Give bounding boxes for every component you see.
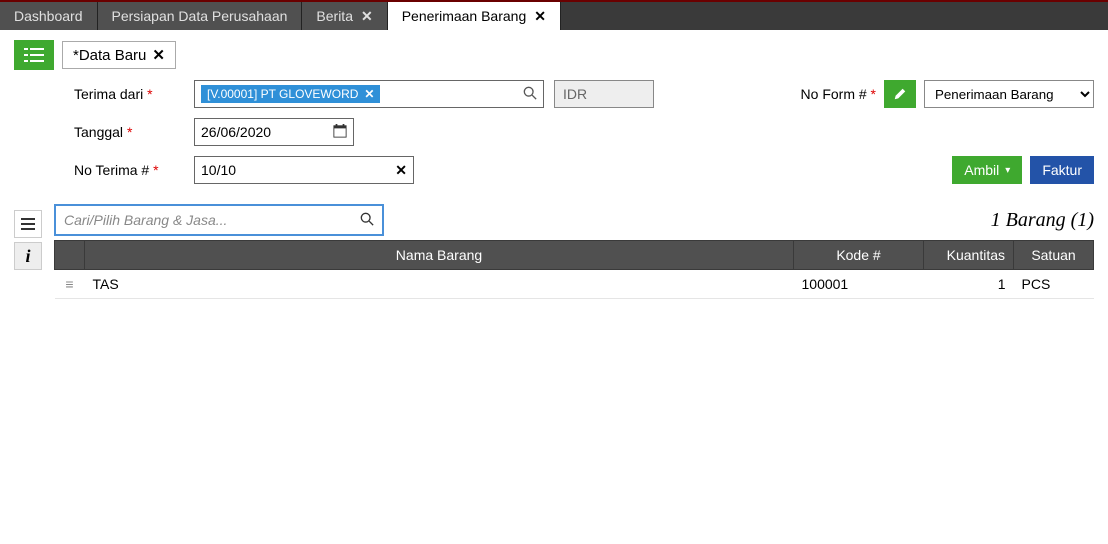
tab-persiapan[interactable]: Persiapan Data Perusahaan — [98, 2, 303, 30]
list-icon — [24, 48, 44, 62]
item-search-input[interactable]: Cari/Pilih Barang & Jasa... — [54, 204, 384, 236]
vendor-lookup[interactable]: [V.00001] PT GLOVEWORD ✕ — [194, 80, 544, 108]
item-count-label: 1 Barang (1) — [991, 209, 1094, 232]
pencil-icon — [893, 87, 907, 101]
lines-icon — [20, 217, 36, 231]
tab-label: Dashboard — [14, 8, 83, 24]
tab-label: Penerimaan Barang — [402, 8, 527, 24]
receipt-no-input[interactable]: 10/10 ✕ — [194, 156, 414, 184]
edit-form-number-button[interactable] — [884, 80, 916, 108]
tab-label: Persiapan Data Perusahaan — [112, 8, 288, 24]
calendar-icon[interactable] — [333, 124, 347, 141]
search-icon[interactable] — [360, 212, 374, 229]
currency-display: IDR — [554, 80, 654, 108]
app-tab-bar: Dashboard Persiapan Data Perusahaan Beri… — [0, 0, 1108, 30]
document-tab[interactable]: *Data Baru ✕ — [62, 41, 176, 69]
detail-view-button[interactable] — [14, 210, 42, 238]
form-type-select[interactable]: Penerimaan Barang — [924, 80, 1094, 108]
search-icon[interactable] — [523, 86, 537, 103]
faktur-button[interactable]: Faktur — [1030, 156, 1094, 184]
close-icon[interactable]: ✕ — [361, 8, 373, 25]
receipt-no-value: 10/10 — [201, 162, 236, 178]
clear-icon[interactable]: ✕ — [395, 162, 407, 179]
grid-side-toolbar: i — [14, 204, 54, 270]
vendor-chip: [V.00001] PT GLOVEWORD ✕ — [201, 85, 380, 103]
receipt-no-label: No Terima # * — [74, 162, 184, 178]
cell-nama[interactable]: TAS — [85, 270, 794, 299]
col-qty[interactable]: Kuantitas — [924, 241, 1014, 270]
cell-kode[interactable]: 100001 — [794, 270, 924, 299]
cell-qty[interactable]: 1 — [924, 270, 1014, 299]
table-row[interactable]: ≡ TAS 100001 1 PCS — [55, 270, 1094, 299]
form-area: Terima dari * [V.00001] PT GLOVEWORD ✕ I… — [14, 80, 1094, 204]
vendor-label: Terima dari * — [74, 86, 184, 102]
noform-label: No Form # * — [801, 86, 876, 102]
items-table: Nama Barang Kode # Kuantitas Satuan ≡ TA… — [54, 240, 1094, 299]
grid-empty-area — [54, 299, 1094, 499]
col-nama[interactable]: Nama Barang — [85, 241, 794, 270]
close-icon[interactable]: ✕ — [152, 46, 165, 64]
ambil-button[interactable]: Ambil▾ — [952, 156, 1022, 184]
date-input[interactable]: 26/06/2020 — [194, 118, 354, 146]
tab-label: Berita — [316, 8, 353, 24]
vendor-chip-text: [V.00001] PT GLOVEWORD — [207, 87, 358, 101]
date-label: Tanggal * — [74, 124, 184, 140]
tab-dashboard[interactable]: Dashboard — [0, 2, 98, 30]
tab-penerimaan-barang[interactable]: Penerimaan Barang ✕ — [388, 2, 561, 30]
date-value: 26/06/2020 — [201, 124, 271, 140]
col-kode[interactable]: Kode # — [794, 241, 924, 270]
menu-button[interactable] — [14, 40, 54, 70]
col-sat[interactable]: Satuan — [1014, 241, 1094, 270]
chevron-down-icon: ▾ — [1005, 165, 1010, 176]
document-tab-label: *Data Baru — [73, 47, 146, 64]
row-handle-icon[interactable]: ≡ — [55, 270, 85, 299]
info-view-button[interactable]: i — [14, 242, 42, 270]
item-search-placeholder: Cari/Pilih Barang & Jasa... — [64, 212, 227, 228]
cell-sat[interactable]: PCS — [1014, 270, 1094, 299]
close-icon[interactable]: ✕ — [534, 8, 546, 25]
tab-berita[interactable]: Berita ✕ — [302, 2, 387, 30]
document-header: *Data Baru ✕ — [14, 40, 1094, 70]
info-icon: i — [25, 246, 30, 267]
remove-chip-icon[interactable]: ✕ — [364, 87, 374, 101]
